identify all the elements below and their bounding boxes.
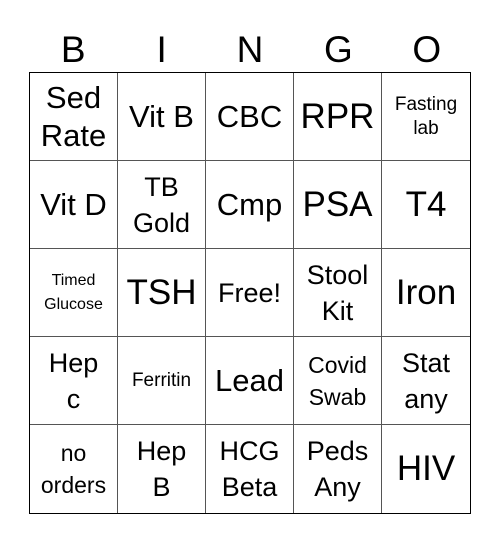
bingo-cell[interactable]: HIV xyxy=(382,425,470,513)
bingo-cell[interactable]: TSH xyxy=(118,249,206,337)
bingo-cell[interactable]: TB Gold xyxy=(118,161,206,249)
cell-label: Peds Any xyxy=(306,436,369,502)
cell-label: Sed Rate xyxy=(40,79,107,153)
bingo-cell[interactable]: Vit D xyxy=(30,161,118,249)
bingo-cell[interactable]: T4 xyxy=(382,161,470,249)
cell-label: Hep B xyxy=(136,436,187,502)
header-letter-g: G xyxy=(323,29,353,70)
bingo-cell[interactable]: Cmp xyxy=(206,161,294,249)
bingo-cell[interactable]: no orders xyxy=(30,425,118,513)
bingo-cell[interactable]: Peds Any xyxy=(294,425,382,513)
bingo-cell[interactable]: Hep c xyxy=(30,337,118,425)
header-letter-b: B xyxy=(60,29,86,70)
cell-label: Vit D xyxy=(40,186,107,222)
cell-label: Cmp xyxy=(216,186,283,222)
bingo-cell[interactable]: Fasting lab xyxy=(382,73,470,161)
bingo-cell[interactable]: PSA xyxy=(294,161,382,249)
cell-label: Free! xyxy=(217,277,282,308)
cell-label: Fasting lab xyxy=(394,93,458,139)
cell-label: no orders xyxy=(40,440,107,498)
cell-label: T4 xyxy=(405,184,447,224)
cell-label: TB Gold xyxy=(132,171,191,238)
cell-label: Stat any xyxy=(401,347,451,414)
bingo-cell[interactable]: Hep B xyxy=(118,425,206,513)
cell-label: HIV xyxy=(396,449,456,488)
cell-label: Lead xyxy=(215,362,284,398)
cell-label: PSA xyxy=(302,184,373,224)
bingo-cell[interactable]: RPR xyxy=(294,73,382,161)
cell-label: Covid Swab xyxy=(308,351,367,410)
bingo-cell[interactable]: Iron xyxy=(382,249,470,337)
header-letter-i: I xyxy=(156,29,167,70)
bingo-cell[interactable]: CBC xyxy=(206,73,294,161)
header-letter-n: N xyxy=(236,29,264,70)
bingo-cell[interactable]: Stool Kit xyxy=(294,249,382,337)
free-space-cell[interactable]: Free! xyxy=(206,249,294,337)
bingo-cell[interactable]: Covid Swab xyxy=(294,337,382,425)
cell-label: Hep c xyxy=(48,347,99,414)
cell-label: RPR xyxy=(300,96,375,136)
cell-label: TSH xyxy=(126,272,197,312)
cell-label: HCG Beta xyxy=(219,436,280,502)
bingo-cell[interactable]: Lead xyxy=(206,337,294,425)
bingo-cell[interactable]: Sed Rate xyxy=(30,73,118,161)
cell-label: CBC xyxy=(216,98,283,134)
cell-label: Iron xyxy=(395,272,457,312)
bingo-cell[interactable]: Ferritin xyxy=(118,337,206,425)
bingo-header: B I N G O xyxy=(29,28,471,72)
bingo-cell[interactable]: Vit B xyxy=(118,73,206,161)
bingo-grid: Sed Rate Vit B CBC RPR Fasting lab Vit D… xyxy=(29,72,471,514)
cell-label: Vit B xyxy=(129,98,194,134)
cell-label: Stool Kit xyxy=(306,259,369,326)
bingo-cell[interactable]: Stat any xyxy=(382,337,470,425)
cell-label: Timed Glucose xyxy=(44,271,103,313)
bingo-cell[interactable]: HCG Beta xyxy=(206,425,294,513)
header-letter-o: O xyxy=(412,29,442,70)
cell-label: Ferritin xyxy=(131,369,192,391)
bingo-cell[interactable]: Timed Glucose xyxy=(30,249,118,337)
